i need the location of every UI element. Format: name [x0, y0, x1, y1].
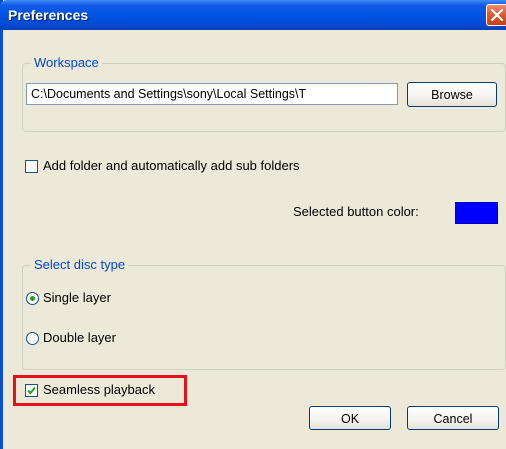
- double-layer-radio[interactable]: [26, 332, 39, 345]
- browse-button[interactable]: Browse: [407, 82, 497, 107]
- workspace-path-field[interactable]: C:\Documents and Settings\sony\Local Set…: [26, 83, 398, 105]
- ok-button[interactable]: OK: [309, 406, 391, 430]
- single-layer-label: Single layer: [43, 290, 111, 305]
- close-icon: [491, 9, 503, 21]
- seamless-playback-label: Seamless playback: [43, 382, 155, 397]
- add-folder-label: Add folder and automatically add sub fol…: [43, 158, 300, 173]
- single-layer-radio[interactable]: [26, 292, 39, 305]
- seamless-playback-checkbox[interactable]: [25, 384, 38, 397]
- radio-selected-dot: [30, 296, 35, 301]
- add-folder-checkbox[interactable]: [25, 160, 38, 173]
- button-color-label: Selected button color:: [293, 204, 419, 219]
- disc-type-legend: Select disc type: [31, 257, 129, 272]
- cancel-button[interactable]: Cancel: [407, 406, 499, 430]
- title-bar[interactable]: Preferences: [0, 0, 506, 30]
- checkmark-icon: [27, 386, 36, 395]
- disc-type-group: Select disc type: [22, 257, 506, 370]
- close-button[interactable]: [486, 4, 506, 26]
- dialog-title: Preferences: [8, 7, 89, 23]
- ok-button-label: OK: [340, 412, 360, 426]
- cancel-button-label: Cancel: [433, 412, 473, 426]
- browse-button-label: Browse: [431, 88, 473, 102]
- button-color-swatch[interactable]: [455, 202, 498, 224]
- double-layer-label: Double layer: [43, 330, 116, 345]
- workspace-legend: Workspace: [31, 55, 102, 70]
